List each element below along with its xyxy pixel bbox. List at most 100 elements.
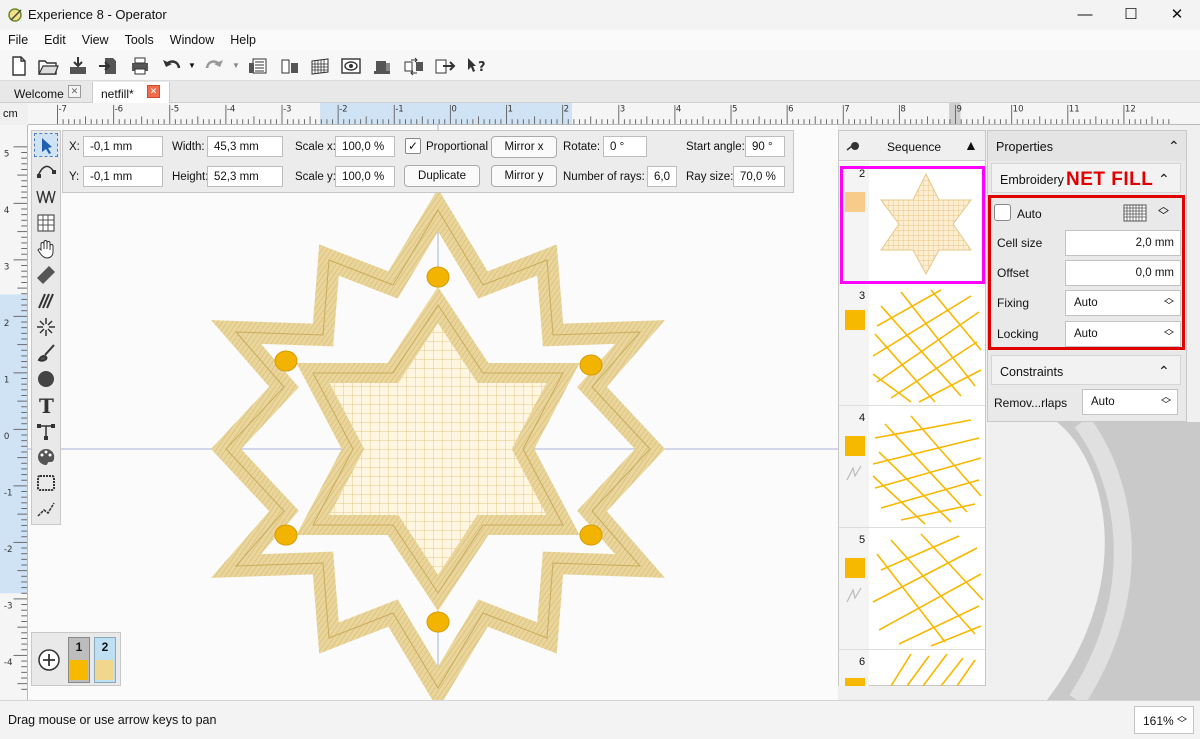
send-icon[interactable] — [434, 55, 456, 77]
stitch-type-icon — [846, 587, 862, 603]
startangle-input[interactable]: 90 ° — [745, 136, 785, 157]
palette-icon[interactable] — [35, 446, 57, 468]
pattern-spin-icon[interactable]: ︿ ﹀ — [1158, 202, 1169, 222]
path-icon[interactable] — [35, 498, 57, 520]
minimize-button[interactable]: — — [1062, 0, 1108, 30]
sequence-color-swatch — [845, 678, 865, 686]
ellipse-icon[interactable] — [35, 368, 57, 390]
star-burst-icon[interactable] — [35, 316, 57, 338]
sequence-item[interactable]: 5 — [839, 528, 985, 650]
mirror-x-button[interactable]: Mirror x — [491, 136, 557, 158]
help-cursor-icon[interactable]: ? — [465, 55, 487, 77]
redo-icon[interactable] — [203, 55, 225, 77]
ruler-left-label: 4 — [4, 206, 10, 216]
startangle-label: Start angle: — [686, 141, 745, 153]
undo-icon[interactable] — [161, 55, 183, 77]
list-icon[interactable] — [247, 55, 269, 77]
height-input[interactable]: 52,3 mm — [207, 166, 283, 187]
sequence-collapse-icon[interactable]: ▲ — [964, 137, 978, 153]
sequence-item-number: 4 — [859, 412, 866, 424]
constraints-section-header[interactable]: Constraints — [991, 355, 1181, 385]
rotate-label: Rotate: — [563, 141, 601, 153]
rays-input[interactable]: 6,0 — [647, 166, 677, 187]
import-icon[interactable] — [67, 55, 89, 77]
toolbar: ▼ ▼ ? — [0, 51, 1200, 81]
cellsize-input[interactable]: 2,0 mm — [1065, 230, 1181, 256]
satin-icon[interactable] — [35, 290, 57, 312]
design-canvas[interactable] — [28, 125, 838, 710]
tab-netfill-close-icon[interactable]: ✕ — [147, 85, 160, 98]
remove-overlaps-select[interactable]: Auto ︿ ﹀ — [1082, 389, 1178, 415]
raysize-input[interactable]: 70,0 % — [733, 166, 785, 187]
pin-icon[interactable] — [845, 140, 861, 152]
sequence-item[interactable]: 6 — [839, 650, 985, 686]
remove-overlaps-label: Remov...rlaps — [994, 396, 1068, 410]
locking-select[interactable]: Auto ︿ ﹀ — [1065, 321, 1181, 347]
running-stitch-icon[interactable] — [35, 186, 57, 208]
offset-input[interactable]: 0,0 mm — [1065, 260, 1181, 286]
undo-dropdown-icon[interactable]: ▼ — [188, 61, 196, 70]
select-icon[interactable] — [34, 133, 58, 157]
duplicate-button[interactable]: Duplicate — [404, 165, 480, 187]
mirror-y-button[interactable]: Mirror y — [491, 165, 557, 187]
sequence-item[interactable]: 2 — [839, 162, 985, 284]
node-edit-icon[interactable] — [35, 160, 57, 182]
y-label: Y: — [69, 171, 80, 183]
machine-icon[interactable] — [371, 55, 393, 77]
scalex-input[interactable]: 100,0 % — [335, 136, 395, 157]
constraints-collapse-icon[interactable]: ⌃ — [1158, 363, 1170, 380]
open-folder-icon[interactable] — [37, 55, 59, 77]
embroidery-collapse-icon[interactable]: ⌃ — [1158, 171, 1170, 188]
auto-label: Auto — [1017, 207, 1042, 221]
layer-1[interactable]: 1 — [68, 637, 90, 683]
sequence-item[interactable]: 3 — [839, 284, 985, 406]
maximize-button[interactable]: ☐ — [1108, 0, 1154, 30]
zoom-select[interactable]: 161% ︿ ﹀ — [1134, 706, 1194, 734]
menu-help[interactable]: Help — [222, 30, 264, 47]
net-fill-annotation: NET FILL — [1066, 169, 1154, 190]
shape-nodes-icon[interactable] — [35, 420, 57, 442]
hoop-icon[interactable] — [35, 472, 57, 494]
x-input[interactable]: -0,1 mm — [83, 136, 163, 157]
menu-edit[interactable]: Edit — [36, 30, 74, 47]
status-message: Drag mouse or use arrow keys to pan — [8, 713, 217, 727]
tab-welcome-close-icon[interactable]: ✕ — [68, 85, 81, 98]
ruler-top-label: 1 — [507, 105, 512, 115]
brush-icon[interactable] — [35, 342, 57, 364]
layer-2[interactable]: 2 — [94, 637, 116, 683]
menu-window[interactable]: Window — [162, 30, 222, 47]
properties-collapse-icon[interactable]: ⌃ — [1168, 138, 1180, 155]
menu-view[interactable]: View — [74, 30, 117, 47]
layer-2-number: 2 — [101, 640, 109, 654]
menu-file[interactable]: File — [0, 30, 36, 47]
print-icon[interactable] — [129, 55, 151, 77]
grid-icon[interactable] — [309, 55, 331, 77]
net-fill-pattern-icon[interactable] — [1123, 203, 1147, 223]
proportional-checkbox[interactable]: ✓ — [405, 138, 421, 154]
new-file-icon[interactable] — [8, 55, 30, 77]
svg-text:T: T — [39, 394, 54, 416]
hand-icon[interactable] — [35, 238, 57, 260]
embroidery-design[interactable] — [28, 125, 838, 710]
scaley-input[interactable]: 100,0 % — [335, 166, 395, 187]
width-input[interactable]: 45,3 mm — [207, 136, 283, 157]
text-icon[interactable]: T — [35, 394, 57, 416]
menu-tools[interactable]: Tools — [117, 30, 162, 47]
redo-dropdown-icon[interactable]: ▼ — [232, 61, 240, 70]
fixing-select[interactable]: Auto ︿ ﹀ — [1065, 290, 1181, 316]
add-layer-icon[interactable] — [37, 648, 61, 672]
preview-icon[interactable] — [340, 55, 362, 77]
fill-tool-icon[interactable] — [35, 212, 57, 234]
measure-icon[interactable] — [35, 264, 57, 286]
y-input[interactable]: -0,1 mm — [83, 166, 163, 187]
align-icon[interactable] — [279, 55, 301, 77]
ruler-top-label: 10 — [1013, 105, 1024, 115]
ruler-top-label: -5 — [171, 105, 180, 115]
rotate-input[interactable]: 0 ° — [603, 136, 647, 157]
auto-checkbox[interactable] — [994, 204, 1011, 221]
export-icon[interactable] — [97, 55, 119, 77]
close-button[interactable]: ✕ — [1154, 0, 1200, 30]
sequence-item[interactable]: 4 — [839, 406, 985, 528]
transfer-icon[interactable] — [403, 55, 425, 77]
layers-panel: 1 2 — [31, 632, 121, 686]
